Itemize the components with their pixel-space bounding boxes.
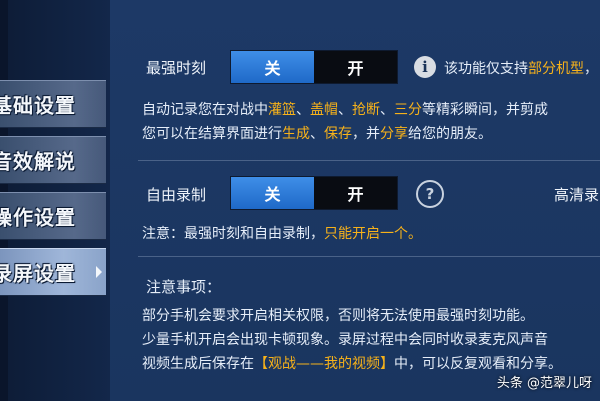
sidebar-item-screen-recording[interactable]: 录屏设置 — [0, 248, 106, 296]
sidebar-item-label: 音效解说 — [0, 149, 76, 174]
highlight-description-line1: 自动记录您在对战中灌篮、盖帽、抢断、三分等精彩瞬间，并剪成 — [142, 99, 548, 119]
highlight-toggle[interactable]: 关 开 — [230, 50, 398, 84]
line3-prefix: 视频生成后保存在 — [142, 356, 254, 372]
device-support-suffix: ， — [584, 61, 598, 77]
sidebar-item-controls[interactable]: 操作设置 — [0, 192, 106, 240]
desc1-suffix: 等精彩瞬间，并剪成 — [422, 102, 548, 118]
info-icon[interactable]: i — [414, 56, 436, 78]
device-support-highlight: 部分机型 — [528, 61, 584, 77]
free-record-note: 注意：最强时刻和自由录制，只能开启一个。 — [142, 223, 422, 243]
highlight-on-option[interactable]: 开 — [314, 51, 397, 83]
free-record-toggle[interactable]: 关 开 — [230, 176, 398, 210]
notes-line3: 视频生成后保存在【观战——我的视频】中，可以反复观看和分享。 — [142, 353, 562, 373]
highlight-description-line2: 您可以在结算界面进行生成、保存，并分享给您的朋友。 — [142, 123, 492, 143]
sidebar: 基础设置 音效解说 操作设置 录屏设置 — [0, 0, 110, 401]
desc2-sep: 、 — [310, 126, 324, 142]
notes-line2: 少量手机开启会出现卡顿现象。录屏过程中会同时收录麦克风声音 — [142, 332, 548, 348]
desc1-item-three: 三分 — [394, 102, 422, 118]
settings-panel: 最强时刻 关 开 i 该功能仅支持部分机型， 自动记录您在对战中灌篮、盖帽、抢断… — [110, 0, 600, 401]
device-support-note: 该功能仅支持部分机型， — [444, 58, 598, 78]
divider — [138, 160, 600, 161]
sidebar-item-label: 录屏设置 — [0, 261, 76, 286]
free-record-label: 自由录制 — [146, 186, 207, 204]
line3-suffix: 中，可以反复观看和分享。 — [394, 356, 562, 372]
note-highlight: 只能开启一个。 — [324, 226, 422, 242]
highlight-off-option[interactable]: 关 — [231, 51, 314, 83]
free-record-on-option[interactable]: 开 — [314, 177, 397, 209]
sidebar-item-label: 基础设置 — [0, 93, 76, 118]
desc2-mid: ，并 — [352, 126, 380, 142]
desc2-suffix: 给您的朋友。 — [408, 126, 492, 142]
notes-title: 注意事项： — [146, 278, 222, 296]
sidebar-item-basic-settings[interactable]: 基础设置 — [0, 80, 106, 128]
question-mark-icon[interactable]: ? — [416, 180, 444, 208]
watermark: 头条 @范翠儿呀 — [496, 376, 592, 391]
desc1-sep: 、 — [338, 102, 352, 118]
desc1-item-dunk: 灌篮 — [268, 102, 296, 118]
desc1-prefix: 自动记录您在对战中 — [142, 102, 268, 118]
desc1-item-steal: 抢断 — [352, 102, 380, 118]
sidebar-item-sound-commentary[interactable]: 音效解说 — [0, 136, 106, 184]
desc2-share: 分享 — [380, 126, 408, 142]
chevron-right-icon — [96, 266, 102, 278]
desc2-generate: 生成 — [282, 126, 310, 142]
sidebar-item-label: 操作设置 — [0, 205, 76, 230]
desc2-prefix: 您可以在结算界面进行 — [142, 126, 282, 142]
notes-line1: 部分手机会要求开启相关权限，否则将无法使用最强时刻功能。 — [142, 308, 534, 324]
divider — [138, 256, 600, 257]
note-prefix: 注意：最强时刻和自由录制， — [142, 226, 324, 242]
device-support-prefix: 该功能仅支持 — [444, 61, 528, 77]
hd-record-label: 高清录 — [554, 186, 600, 204]
desc1-sep: 、 — [380, 102, 394, 118]
free-record-off-option[interactable]: 关 — [231, 177, 314, 209]
line3-highlight: 【观战——我的视频】 — [254, 356, 394, 372]
desc1-sep: 、 — [296, 102, 310, 118]
desc2-save: 保存 — [324, 126, 352, 142]
desc1-item-block: 盖帽 — [310, 102, 338, 118]
highlight-label: 最强时刻 — [146, 59, 207, 77]
